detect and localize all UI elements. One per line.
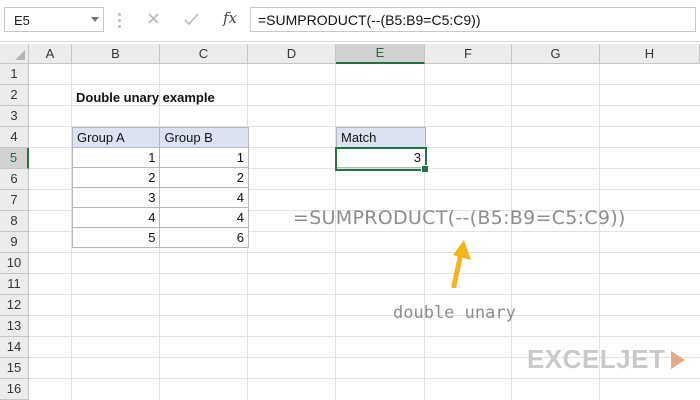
table-row: 4 4 [71, 207, 249, 228]
row-header-13[interactable]: 13 [0, 316, 29, 337]
match-header[interactable]: Match [336, 127, 426, 148]
table-cell[interactable]: 4 [71, 207, 161, 228]
row-header-11[interactable]: 11 [0, 274, 29, 295]
formula-actions: fx [131, 7, 243, 32]
match-header-row: Match [336, 127, 426, 148]
column-header-g[interactable]: G [512, 44, 600, 64]
cancel-icon[interactable] [139, 7, 169, 32]
table-cell[interactable]: 2 [71, 167, 161, 188]
table-cell[interactable]: 2 [159, 167, 249, 188]
row-header-1[interactable]: 1 [0, 64, 29, 85]
table-cell[interactable]: 5 [71, 227, 161, 248]
name-box-dropdown-icon[interactable] [91, 17, 99, 22]
row-header-4[interactable]: 4 [0, 127, 29, 148]
row-header-6[interactable]: 6 [0, 169, 29, 190]
table-header-group-a[interactable]: Group A [71, 127, 161, 148]
formula-bar-resize-handle-icon[interactable] [118, 13, 121, 28]
table-row: 2 2 [71, 167, 249, 188]
column-header-d[interactable]: D [248, 44, 336, 64]
formula-input[interactable]: =SUMPRODUCT(--(B5:B9=C5:C9)) [250, 7, 696, 32]
fill-handle[interactable] [421, 165, 429, 173]
table-cell[interactable]: 6 [159, 227, 249, 248]
column-header-f[interactable]: F [425, 44, 512, 64]
column-header-e[interactable]: E [336, 44, 425, 64]
divider [0, 41, 700, 42]
select-all-icon [15, 50, 25, 60]
annotation-formula: =SUMPRODUCT(--(B5:B9=C5:C9)) [293, 207, 626, 229]
column-header-h[interactable]: H [600, 44, 700, 64]
row-header-15[interactable]: 15 [0, 358, 29, 379]
row-header-2[interactable]: 2 [0, 85, 29, 106]
enter-check-icon[interactable] [177, 7, 207, 32]
row-header-8[interactable]: 8 [0, 211, 29, 232]
table-cell[interactable]: 4 [159, 207, 249, 228]
active-cell-selection[interactable] [335, 147, 429, 173]
table-header-group-b[interactable]: Group B [159, 127, 249, 148]
formula-text: =SUMPRODUCT(--(B5:B9=C5:C9)) [258, 12, 481, 28]
data-table: Group A Group B 1 1 2 2 3 4 4 4 5 6 [71, 127, 249, 248]
column-header-c[interactable]: C [160, 44, 248, 64]
row-header-12[interactable]: 12 [0, 295, 29, 316]
exceljet-logo: EXCELJET [527, 344, 687, 376]
formula-bar: E5 fx =SUMPRODUCT(--(B5:B9=C5:C9)) [0, 0, 700, 42]
row-header-9[interactable]: 9 [0, 232, 29, 253]
table-row: 5 6 [71, 227, 249, 248]
column-header-a[interactable]: A [29, 44, 72, 64]
table-cell[interactable]: 4 [159, 187, 249, 208]
row-header-10[interactable]: 10 [0, 253, 29, 274]
table-row: 3 4 [71, 187, 249, 208]
name-box-value: E5 [14, 13, 30, 28]
row-header-16[interactable]: 16 [0, 379, 29, 400]
row-header-5[interactable]: 5 [0, 148, 29, 169]
table-cell[interactable]: 1 [159, 147, 249, 168]
annotation-label: double unary [393, 303, 516, 323]
arrow-up-icon [451, 240, 471, 288]
table-cell[interactable]: 1 [71, 147, 161, 168]
select-all-corner[interactable] [0, 44, 29, 64]
column-header-b[interactable]: B [72, 44, 160, 64]
insert-function-fx-icon[interactable]: fx [215, 7, 245, 32]
table-cell[interactable]: 3 [71, 187, 161, 208]
row-header-3[interactable]: 3 [0, 106, 29, 127]
table-header-row: Group A Group B [71, 127, 249, 148]
row-header-7[interactable]: 7 [0, 190, 29, 211]
table-row: 1 1 [71, 147, 249, 168]
logo-mark-icon [671, 351, 685, 369]
name-box[interactable]: E5 [4, 7, 104, 32]
row-header-14[interactable]: 14 [0, 337, 29, 358]
sheet-title: Double unary example [76, 90, 215, 105]
